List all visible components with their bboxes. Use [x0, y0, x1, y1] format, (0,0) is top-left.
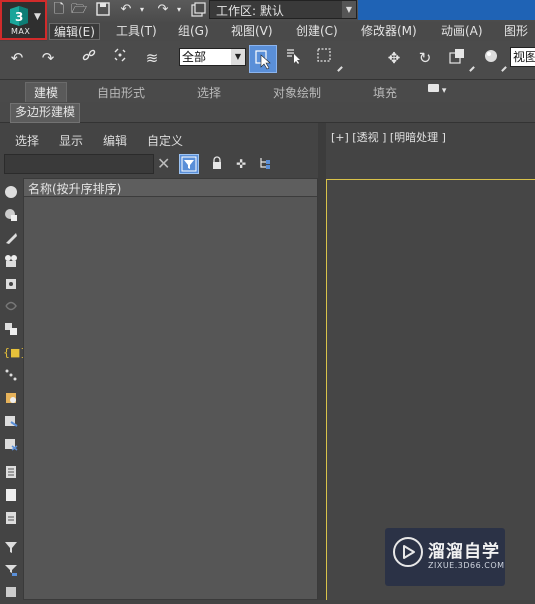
3dsmax-logo-icon: 3: [10, 6, 28, 26]
panel-splitter[interactable]: [318, 123, 326, 600]
place-icon[interactable]: [480, 47, 502, 69]
watermark-url: ZIXUE.3D66.COM: [428, 561, 505, 570]
display-space-warps-icon[interactable]: [3, 299, 19, 315]
undo-icon[interactable]: ↶: [118, 2, 134, 18]
open-folder-icon[interactable]: 🗁: [71, 2, 87, 18]
display-none-icon[interactable]: [3, 488, 19, 504]
menu-animation[interactable]: 动画(A): [437, 23, 487, 40]
explorer-menu-customize[interactable]: 自定义: [147, 132, 183, 149]
save-icon[interactable]: [95, 2, 111, 18]
app-menu-label: MAX: [11, 27, 31, 36]
rotate-icon[interactable]: ↻: [414, 47, 436, 69]
scale-icon[interactable]: [446, 47, 468, 69]
link-icon[interactable]: [78, 47, 100, 69]
column-header-label: 名称(按升序排序): [28, 182, 122, 196]
display-frozen-icon[interactable]: [3, 391, 19, 407]
filter-funnel-icon[interactable]: [3, 540, 19, 556]
display-cameras-icon[interactable]: [3, 254, 19, 270]
menu-group[interactable]: 组(G): [174, 23, 213, 40]
hierarchy-icon[interactable]: [257, 156, 273, 172]
filter-list-icon[interactable]: [3, 563, 19, 579]
menu-tools[interactable]: 工具(T): [112, 23, 161, 40]
ribbon-tab-bar: [0, 80, 535, 102]
ribbon-tab-freeform[interactable]: 自由形式: [97, 84, 145, 101]
display-children-icon[interactable]: [3, 437, 19, 453]
display-all-icon[interactable]: [3, 465, 19, 481]
watermark-title: 溜溜自学: [428, 542, 500, 562]
menu-graph-editors[interactable]: 图形编: [500, 23, 535, 55]
display-lights-icon[interactable]: [3, 231, 19, 247]
redo-dropdown-icon[interactable]: ▾: [171, 2, 187, 18]
filter-button[interactable]: [179, 154, 199, 174]
new-file-icon[interactable]: 🗋: [51, 2, 67, 18]
select-object-button[interactable]: [249, 45, 277, 73]
menu-modifiers[interactable]: 修改器(M): [357, 23, 421, 40]
selection-filter-dropdown[interactable]: 全部 ▼: [179, 48, 246, 66]
scene-object-list[interactable]: [23, 178, 318, 600]
display-groups-icon[interactable]: [3, 322, 19, 338]
explorer-menu-display[interactable]: 显示: [59, 132, 83, 149]
workspace-dropdown[interactable]: 工作区: 默认 ▼: [209, 0, 357, 19]
ribbon-options-icon[interactable]: ▾: [428, 84, 450, 97]
redo-icon[interactable]: ↷: [37, 47, 59, 69]
svg-text:3: 3: [15, 10, 23, 24]
filter-options-icon[interactable]: [3, 585, 19, 601]
bind-space-warp-icon[interactable]: ≋: [141, 47, 163, 69]
lock-icon[interactable]: [209, 156, 225, 172]
display-helpers-icon[interactable]: [3, 277, 19, 293]
display-containers-icon[interactable]: {■}: [3, 345, 27, 361]
reference-coordinate-dropdown[interactable]: 视图: [510, 47, 535, 67]
chevron-down-icon: ▼: [342, 1, 356, 18]
viewport-label[interactable]: [+] [透视 ] [明暗处理 ]: [331, 129, 446, 145]
rectangular-selection-icon[interactable]: [314, 47, 336, 69]
move-icon[interactable]: ✥: [383, 47, 405, 69]
ribbon-panel: [0, 102, 535, 123]
explorer-menu-edit[interactable]: 编辑: [103, 132, 127, 149]
display-hidden-icon[interactable]: [3, 414, 19, 430]
explorer-menu-select[interactable]: 选择: [15, 132, 39, 149]
ribbon-tab-populate[interactable]: 填充: [373, 84, 397, 101]
menu-views[interactable]: 视图(V): [227, 23, 277, 40]
chevron-down-icon: ▼: [231, 49, 245, 65]
invert-display-icon[interactable]: [3, 511, 19, 527]
undo-dropdown-icon[interactable]: ▾: [134, 2, 150, 18]
polygon-modeling-tab[interactable]: 多边形建模: [10, 103, 81, 123]
project-folder-icon[interactable]: [190, 2, 206, 18]
display-bones-icon[interactable]: [3, 368, 19, 384]
display-geometry-icon[interactable]: [3, 185, 19, 201]
unlink-icon[interactable]: [109, 47, 131, 69]
redo-icon[interactable]: ↷: [155, 2, 171, 18]
workspace-label: 工作区: 默认: [216, 4, 284, 18]
add-to-selection-icon[interactable]: ✜: [233, 156, 249, 172]
title-bar-fill: [358, 0, 535, 20]
display-shapes-icon[interactable]: [3, 208, 19, 224]
menu-create[interactable]: 创建(C): [292, 23, 342, 40]
ribbon-tab-object-paint[interactable]: 对象绘制: [273, 84, 321, 101]
ribbon-tab-modeling[interactable]: 建模: [25, 82, 68, 103]
selection-filter-value: 全部: [182, 50, 207, 64]
name-column-header[interactable]: 名称(按升序排序): [24, 179, 317, 197]
play-logo-icon: [393, 537, 423, 567]
chevron-down-icon: ▼: [34, 12, 41, 22]
funnel-icon: [181, 156, 197, 172]
clear-search-icon[interactable]: ✕: [157, 155, 170, 173]
cursor-arrow-icon: [255, 50, 271, 70]
menu-edit[interactable]: 编辑(E): [49, 23, 100, 40]
search-input[interactable]: [4, 154, 154, 174]
app-menu-button[interactable]: 3 ▼ MAX: [0, 0, 47, 40]
ribbon-tab-selection[interactable]: 选择: [197, 84, 221, 101]
select-by-name-icon[interactable]: [283, 47, 305, 69]
undo-icon[interactable]: ↶: [6, 47, 28, 69]
